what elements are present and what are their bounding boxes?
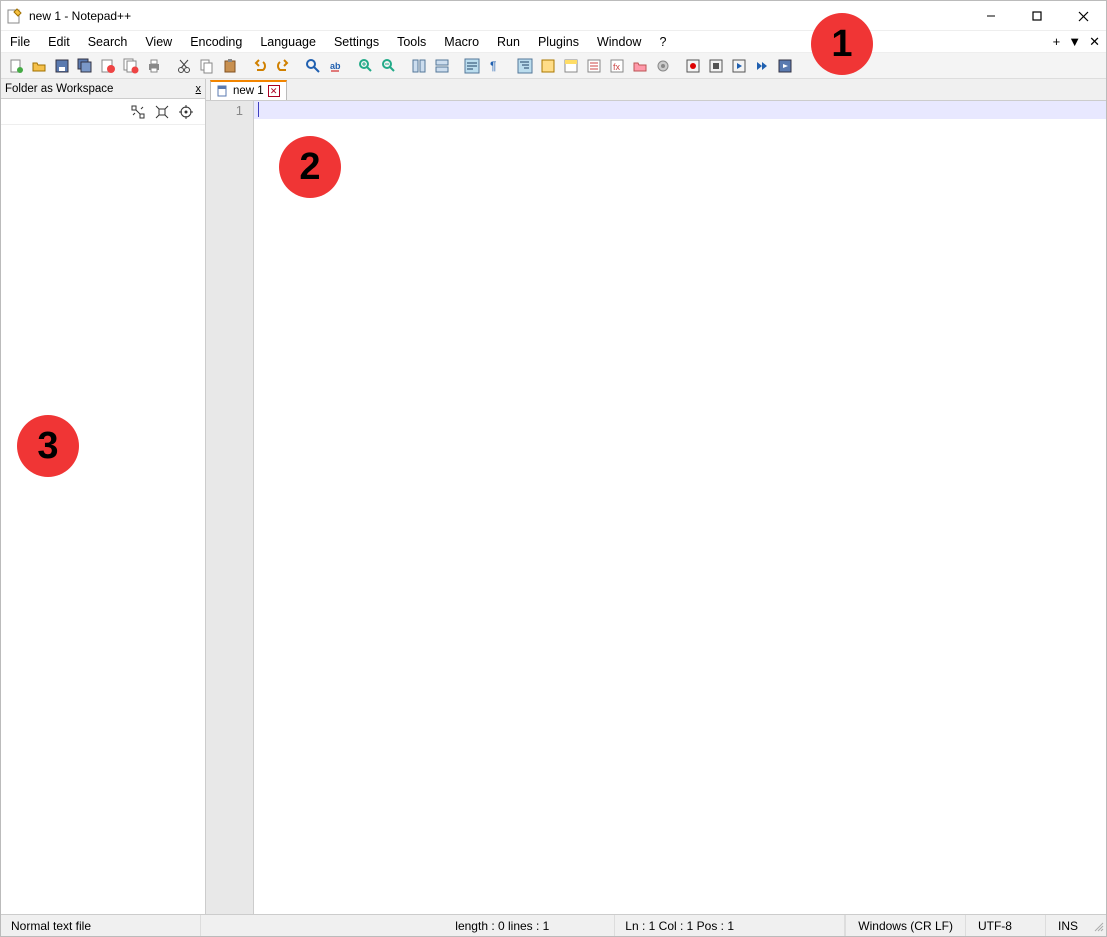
save-all-icon[interactable] xyxy=(74,55,96,77)
record-macro-icon[interactable] xyxy=(682,55,704,77)
resize-grip-icon[interactable] xyxy=(1090,918,1106,934)
minimize-button[interactable] xyxy=(968,1,1014,31)
menu-file[interactable]: File xyxy=(1,31,39,52)
status-encoding[interactable]: UTF-8 xyxy=(965,915,1045,936)
doc-map-icon[interactable] xyxy=(560,55,582,77)
svg-text:ab: ab xyxy=(330,61,341,71)
print-icon[interactable] xyxy=(143,55,165,77)
menubar: File Edit Search View Encoding Language … xyxy=(1,31,1106,53)
app-window: new 1 - Notepad++ File Edit Search View … xyxy=(0,0,1107,937)
menu-macro[interactable]: Macro xyxy=(435,31,488,52)
current-line-highlight xyxy=(254,101,1106,119)
play-macro-icon[interactable] xyxy=(728,55,750,77)
monitor-icon[interactable] xyxy=(652,55,674,77)
lang-udl-icon[interactable] xyxy=(537,55,559,77)
menu-right-extras: + ▼ ✕ xyxy=(1053,34,1100,50)
app-icon xyxy=(7,8,23,24)
status-length-lines: length : 0 lines : 1 xyxy=(445,915,615,936)
word-wrap-icon[interactable] xyxy=(461,55,483,77)
save-icon[interactable] xyxy=(51,55,73,77)
menu-tools[interactable]: Tools xyxy=(388,31,435,52)
replace-icon[interactable]: ab xyxy=(325,55,347,77)
menu-close-icon[interactable]: ✕ xyxy=(1089,34,1100,50)
window-title: new 1 - Notepad++ xyxy=(29,9,131,23)
redo-icon[interactable] xyxy=(272,55,294,77)
folder-workspace-icon[interactable] xyxy=(629,55,651,77)
svg-text:fx: fx xyxy=(613,62,621,72)
func-list-icon[interactable]: fx xyxy=(606,55,628,77)
line-number: 1 xyxy=(206,103,243,118)
menu-help[interactable]: ? xyxy=(650,31,675,52)
panel-toolbar xyxy=(1,99,205,125)
menu-run[interactable]: Run xyxy=(488,31,529,52)
annotation-badge-2: 2 xyxy=(279,136,341,198)
open-file-icon[interactable] xyxy=(28,55,50,77)
zoom-out-icon[interactable] xyxy=(378,55,400,77)
tabbar: new 1 ✕ xyxy=(206,79,1106,101)
annotation-badge-3: 3 xyxy=(17,415,79,477)
expand-all-icon[interactable] xyxy=(129,103,147,121)
close-button[interactable] xyxy=(1060,1,1106,31)
editor-pane: new 1 ✕ 1 xyxy=(206,79,1106,914)
editor-area: 1 xyxy=(206,101,1106,914)
titlebar: new 1 - Notepad++ xyxy=(1,1,1106,31)
status-bar: Normal text file length : 0 lines : 1 Ln… xyxy=(1,914,1106,936)
svg-text:¶: ¶ xyxy=(490,59,496,73)
menu-plugins[interactable]: Plugins xyxy=(529,31,588,52)
annotation-badge-1: 1 xyxy=(811,13,873,75)
panel-body[interactable] xyxy=(1,125,205,914)
panel-header: Folder as Workspace x xyxy=(1,79,205,99)
file-icon xyxy=(217,85,229,97)
undo-icon[interactable] xyxy=(249,55,271,77)
main-area: Folder as Workspace x new 1 ✕ 1 xyxy=(1,79,1106,914)
zoom-in-icon[interactable] xyxy=(355,55,377,77)
indent-guide-icon[interactable] xyxy=(514,55,536,77)
find-icon[interactable] xyxy=(302,55,324,77)
plus-icon[interactable]: + xyxy=(1053,34,1061,49)
cut-icon[interactable] xyxy=(173,55,195,77)
paste-icon[interactable] xyxy=(219,55,241,77)
new-file-icon[interactable] xyxy=(5,55,27,77)
tab-new1[interactable]: new 1 ✕ xyxy=(210,80,287,100)
text-caret xyxy=(258,102,259,117)
save-macro-icon[interactable] xyxy=(774,55,796,77)
tab-label: new 1 xyxy=(233,85,264,97)
menu-edit[interactable]: Edit xyxy=(39,31,79,52)
status-cursor: Ln : 1 Col : 1 Pos : 1 xyxy=(615,915,845,936)
menu-window[interactable]: Window xyxy=(588,31,650,52)
sync-horizontal-icon[interactable] xyxy=(431,55,453,77)
doc-list-icon[interactable] xyxy=(583,55,605,77)
close-all-icon[interactable] xyxy=(120,55,142,77)
status-eol[interactable]: Windows (CR LF) xyxy=(845,915,965,936)
text-editor[interactable] xyxy=(254,101,1106,914)
tab-close-icon[interactable]: ✕ xyxy=(268,85,280,97)
menu-search[interactable]: Search xyxy=(79,31,137,52)
dropdown-icon[interactable]: ▼ xyxy=(1068,34,1081,49)
collapse-all-icon[interactable] xyxy=(153,103,171,121)
panel-close-icon[interactable]: x xyxy=(196,83,202,95)
stop-macro-icon[interactable] xyxy=(705,55,727,77)
show-all-chars-icon[interactable]: ¶ xyxy=(484,55,506,77)
sync-vertical-icon[interactable] xyxy=(408,55,430,77)
menu-language[interactable]: Language xyxy=(251,31,325,52)
menu-encoding[interactable]: Encoding xyxy=(181,31,251,52)
folder-workspace-panel: Folder as Workspace x xyxy=(1,79,206,914)
toolbar: ab ¶ fx xyxy=(1,53,1106,79)
menu-view[interactable]: View xyxy=(136,31,181,52)
menu-settings[interactable]: Settings xyxy=(325,31,388,52)
maximize-button[interactable] xyxy=(1014,1,1060,31)
play-multi-icon[interactable] xyxy=(751,55,773,77)
window-buttons xyxy=(968,1,1106,31)
close-file-icon[interactable] xyxy=(97,55,119,77)
locate-file-icon[interactable] xyxy=(177,103,195,121)
copy-icon[interactable] xyxy=(196,55,218,77)
status-mode[interactable]: INS xyxy=(1045,915,1090,936)
panel-title: Folder as Workspace xyxy=(5,83,113,95)
line-gutter: 1 xyxy=(206,101,254,914)
status-filetype: Normal text file xyxy=(1,915,201,936)
